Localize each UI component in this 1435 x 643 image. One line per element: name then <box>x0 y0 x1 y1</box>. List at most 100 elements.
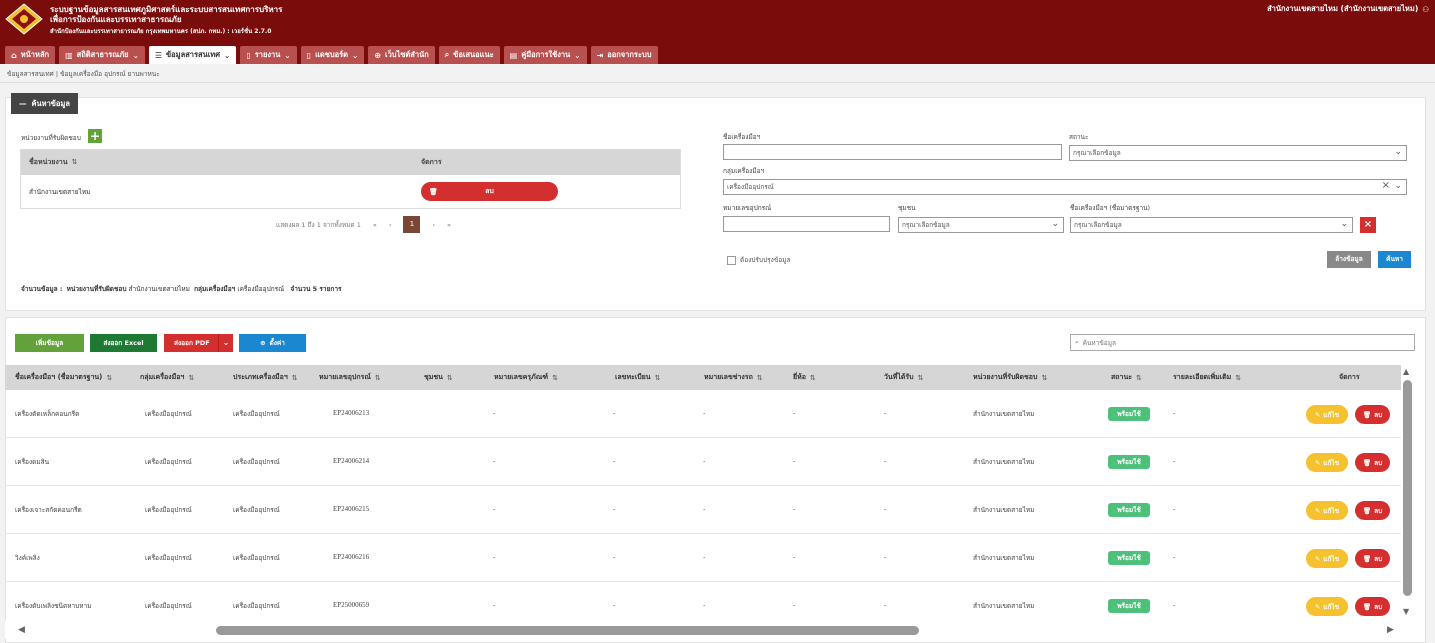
column-header: จัดการ <box>1339 373 1360 381</box>
edit-button[interactable]: ✎ แก้ไข <box>1306 549 1348 568</box>
nav-tab-label: หน้าหลัก <box>20 50 50 59</box>
column-header[interactable]: หมายเลขอุปกรณ์ ⇅ <box>319 365 381 390</box>
breadcrumb-divider <box>0 82 1435 83</box>
cell-asset: - <box>493 553 496 561</box>
nav-tab-0[interactable]: ⌂ หน้าหลัก <box>5 46 56 64</box>
column-header[interactable]: หมายเลขครุภัณฑ์ ⇅ <box>494 365 558 390</box>
unit-delete-button[interactable]: 🗑 ลบ <box>421 182 558 201</box>
pencil-icon: ✎ <box>1314 410 1321 419</box>
cell-type: เครื่องมืออุปกรณ์ <box>233 602 280 610</box>
nav-tab-6[interactable]: ⌕ ข้อเสนอแนะ <box>438 46 500 64</box>
column-header[interactable]: เลขทะเบียน ⇅ <box>615 365 660 390</box>
search-button[interactable]: ค้นหา <box>1378 251 1411 268</box>
table-search-input[interactable]: ⌕ ค้นหาข้อมูล <box>1070 334 1415 351</box>
top-header: ระบบฐานข้อมูลสารสนเทศภูมิศาสตร์และระบบสา… <box>0 0 1435 64</box>
cell-group: เครื่องมืออุปกรณ์ <box>145 410 192 418</box>
delete-button[interactable]: 🗑 ลบ <box>1355 405 1390 424</box>
equipment-name-input[interactable] <box>723 144 1062 160</box>
sort-icon: ⇅ <box>654 373 661 382</box>
edit-button[interactable]: ✎ แก้ไข <box>1306 597 1348 616</box>
scroll-down-icon[interactable]: ▼ <box>1403 607 1409 616</box>
nav-tab-1[interactable]: ▥ สถิติสาธารณภัย ⌄ <box>59 46 145 64</box>
column-header[interactable]: หมายเลขช่างรถ ⇅ <box>704 365 763 390</box>
cell-code: EP24006214 <box>333 457 370 465</box>
column-header[interactable]: วันที่ได้รับ ⇅ <box>884 365 923 390</box>
column-header[interactable]: ชุมชน ⇅ <box>424 365 453 390</box>
clear-icon[interactable]: × <box>1382 180 1390 191</box>
chevron-down-icon: ⌄ <box>1051 219 1059 229</box>
equipment-code-input[interactable] <box>723 216 890 232</box>
edit-button[interactable]: ✎ แก้ไข <box>1306 405 1348 424</box>
export-excel-button[interactable]: ส่งออก Excel <box>90 334 157 352</box>
cell-reg: - <box>613 409 616 417</box>
column-header[interactable]: ชื่อเครื่องมือฯ (ชื่อมาตรฐาน) ⇅ <box>15 365 112 390</box>
status-badge: พร้อมใช้ <box>1108 455 1150 469</box>
next-page-button[interactable]: › <box>432 221 435 229</box>
community-select[interactable]: กรุณาเลือกข้อมูล ⌄ <box>898 217 1064 233</box>
cell-chassis: - <box>703 457 706 465</box>
page-1-button[interactable]: 1 <box>403 216 421 233</box>
unit-pagination: แสดงผล 1 ถึง 1 จากทั้งหมด 1 « ‹ 1 › » <box>276 216 451 233</box>
sort-icon: ⇅ <box>917 373 924 382</box>
agency-logo <box>5 3 43 35</box>
add-data-button[interactable]: เพิ่มข้อมูล <box>15 334 84 352</box>
column-header[interactable]: กลุ่มเครื่องมือฯ ⇅ <box>140 365 194 390</box>
nav-tab-8[interactable]: ⇥ ออกจากระบบ <box>590 46 658 64</box>
nav-tab-4[interactable]: ▯ แดชบอร์ด ⌄ <box>300 46 365 64</box>
cell-unit: สำนักงานเขตสายไหม <box>973 410 1035 418</box>
nav-tab-7[interactable]: ▤ คู่มือการใช้งาน ⌄ <box>503 46 587 64</box>
main-nav: ⌂ หน้าหลัก ▥ สถิติสาธารณภัย ⌄ ☰ ข้อมูลสารสนเทศ… <box>5 46 658 64</box>
nav-tab-2[interactable]: ☰ ข้อมูลสารสนเทศ ⌄ <box>148 46 237 64</box>
cell-name: เครื่องดมสิน <box>15 458 50 466</box>
column-header[interactable]: ประเภทเครื่องมือฯ ⇅ <box>233 365 298 390</box>
nav-tab-5[interactable]: ⊕ เว็บไซต์สำนัก <box>368 46 435 64</box>
cell-type: เครื่องมืออุปกรณ์ <box>233 554 280 562</box>
column-header[interactable]: สถานะ ⇅ <box>1111 365 1142 390</box>
vertical-scrollbar[interactable] <box>1403 380 1412 596</box>
nav-tab-3[interactable]: ▯ รายงาน ⌄ <box>240 46 297 64</box>
cell-asset: - <box>493 601 496 609</box>
add-unit-button[interactable]: + <box>88 129 102 143</box>
needs-update-checkbox[interactable]: ต้องปรับปรุงข้อมูล <box>727 255 790 265</box>
column-header[interactable]: ยี่ห้อ ⇅ <box>793 365 816 390</box>
export-pdf-button[interactable]: ส่งออก PDF ⌄ <box>164 334 233 352</box>
unit-col-name[interactable]: ชื่อหน่วยงาน ⇅ <box>21 157 421 168</box>
chevron-down-icon[interactable]: ⌄ <box>218 334 233 352</box>
column-header[interactable]: หน่วยงานที่รับผิดชอบ ⇅ <box>973 365 1047 390</box>
cell-group: เครื่องมืออุปกรณ์ <box>145 458 192 466</box>
sort-icon: ⇅ <box>1136 373 1142 382</box>
settings-button[interactable]: ⊕ ตั้งค่า <box>239 334 306 352</box>
nav-tab-label: แดชบอร์ด <box>315 50 349 59</box>
delete-button[interactable]: 🗑 ลบ <box>1355 597 1390 616</box>
checkbox-box[interactable] <box>727 255 736 265</box>
scroll-right-icon[interactable]: ▶ <box>1387 625 1394 635</box>
sort-icon: ⇅ <box>1235 373 1242 382</box>
horizontal-scrollbar[interactable] <box>216 626 919 635</box>
last-page-button[interactable]: » <box>447 221 451 229</box>
delete-button[interactable]: 🗑 ลบ <box>1355 453 1390 472</box>
search-panel-toggle[interactable]: — ค้นหาข้อมูล <box>11 93 78 114</box>
scroll-left-icon[interactable]: ◀ <box>18 625 25 635</box>
group-select[interactable]: เครื่องมืออุปกรณ์ × ⌄ <box>723 179 1407 195</box>
cell-received: - <box>884 505 887 513</box>
trash-icon: 🗑 <box>429 187 438 196</box>
edit-button[interactable]: ✎ แก้ไข <box>1306 501 1348 520</box>
edit-button[interactable]: ✎ แก้ไข <box>1306 453 1348 472</box>
remove-filter-button[interactable]: × <box>1360 217 1376 233</box>
file-icon: ▯ <box>306 50 312 60</box>
delete-button[interactable]: 🗑 ลบ <box>1355 549 1390 568</box>
cell-code: EP24006213 <box>333 409 370 417</box>
cell-name: เครื่องตัดเหล็กคอนกรีต <box>15 410 80 418</box>
nav-tab-label: รายงาน <box>254 50 281 59</box>
standard-name-select[interactable]: กรุณาเลือกข้อมูล ⌄ <box>1070 217 1353 233</box>
delete-button[interactable]: 🗑 ลบ <box>1355 501 1390 520</box>
user-menu[interactable]: สำนักงานเขตสายไหม (สำนักงานเขตสายไหม) ⚇ <box>1267 3 1429 15</box>
scroll-up-icon[interactable]: ▲ <box>1403 367 1409 376</box>
first-page-button[interactable]: « <box>373 221 377 229</box>
prev-page-button[interactable]: ‹ <box>389 221 392 229</box>
clear-button[interactable]: ล้างข้อมูล <box>1327 251 1371 268</box>
cell-type: เครื่องมืออุปกรณ์ <box>233 458 280 466</box>
needs-update-label: ต้องปรับปรุงข้อมูล <box>740 256 791 264</box>
column-header[interactable]: รายละเอียดเพิ่มเติม ⇅ <box>1173 365 1241 390</box>
status-select[interactable]: กรุณาเลือกข้อมูล ⌄ <box>1069 145 1407 161</box>
